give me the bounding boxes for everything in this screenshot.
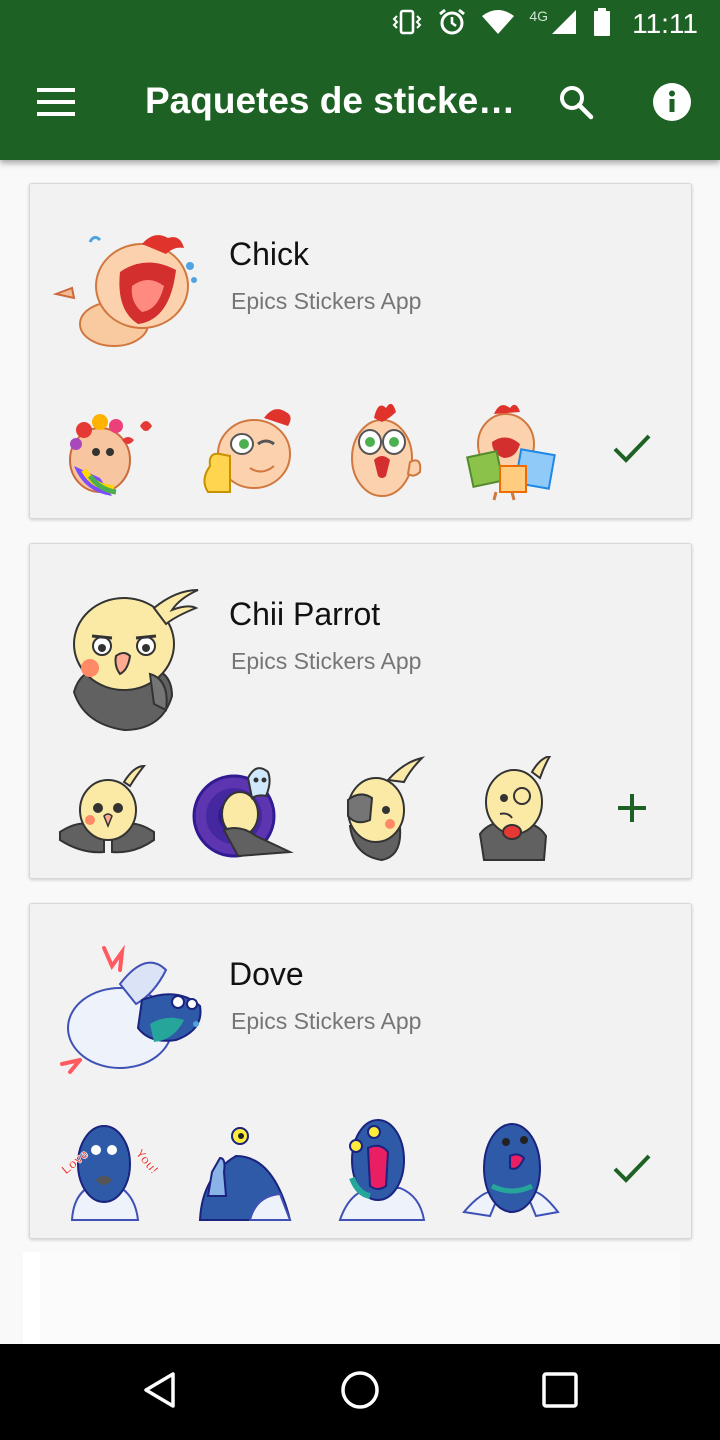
clock-time: 11:11: [632, 8, 698, 39]
sticker-pack-card-chick[interactable]: Chick Epics Stickers App: [29, 183, 692, 519]
recents-button[interactable]: [520, 1362, 600, 1422]
search-icon: [558, 84, 594, 125]
dove-love-you-sticker: Love You!: [54, 1116, 164, 1226]
dove-happy-sticker: [460, 1116, 570, 1226]
dove-screaming-sticker: [330, 1116, 440, 1226]
add-pack-button[interactable]: [602, 780, 662, 840]
info-button[interactable]: [644, 78, 700, 130]
page-title: Paquetes de sticke…: [145, 80, 516, 121]
top-app-bar: 4G 11:11 Paquetes de sticke…: [0, 0, 720, 160]
parrot-coffee-sticker: [460, 754, 570, 866]
home-button[interactable]: [320, 1362, 400, 1422]
you-label: You!: [132, 1146, 161, 1177]
pack-publisher: Epics Stickers App: [231, 1008, 422, 1034]
parrot-ghost-sticker: [190, 756, 300, 866]
plus-icon: [616, 792, 648, 829]
pack-name: Dove: [229, 956, 304, 992]
check-icon: [612, 1152, 652, 1189]
alarm-icon: [437, 7, 467, 42]
battery-icon: [592, 7, 612, 42]
check-icon: [612, 432, 652, 469]
signal-icon: [550, 8, 578, 41]
chick-shopping-bags-sticker: [460, 396, 570, 506]
sticker-pack-card-chii-parrot[interactable]: Chii Parrot Epics Stickers App: [29, 543, 692, 879]
parrot-shrug-sticker: [54, 756, 164, 866]
status-bar: 4G 11:11: [0, 0, 720, 48]
sticker-pack-card-dove[interactable]: Dove Epics Stickers App Love You!: [29, 903, 692, 1239]
added-check-button[interactable]: [602, 420, 662, 480]
menu-icon: [37, 87, 75, 122]
back-button[interactable]: [120, 1362, 200, 1422]
navigation-bar: [0, 1344, 720, 1440]
dove-lying-sticker: [50, 944, 202, 1074]
app-bar: Paquetes de sticke…: [0, 48, 720, 160]
status-icons: 4G 11:11: [391, 6, 698, 42]
dove-thumbs-up-sticker: [190, 1116, 300, 1226]
vibrate-icon: [391, 8, 423, 41]
pack-publisher: Epics Stickers App: [231, 648, 422, 674]
pack-publisher: Epics Stickers App: [231, 288, 422, 314]
search-button[interactable]: [548, 78, 604, 130]
home-icon: [339, 1369, 381, 1416]
added-check-button[interactable]: [602, 1140, 662, 1200]
parrot-annoyed-sticker: [50, 584, 200, 732]
chick-laughing-sticker: [50, 224, 200, 354]
menu-button[interactable]: [28, 78, 84, 130]
sticker-pack-card-partial[interactable]: [40, 1252, 680, 1344]
network-type-label: 4G: [529, 8, 549, 24]
chick-thumbs-up-sticker: [190, 396, 300, 506]
wifi-icon: [481, 9, 515, 40]
pack-name: Chii Parrot: [229, 596, 381, 632]
info-icon: [652, 82, 692, 127]
parrot-facepalm-sticker: [330, 756, 440, 866]
back-icon: [140, 1370, 180, 1415]
recents-icon: [541, 1371, 579, 1414]
chick-flowers-heart-sticker: [54, 396, 164, 506]
pack-name: Chick: [229, 236, 310, 272]
chick-shocked-sticker: [330, 396, 440, 506]
